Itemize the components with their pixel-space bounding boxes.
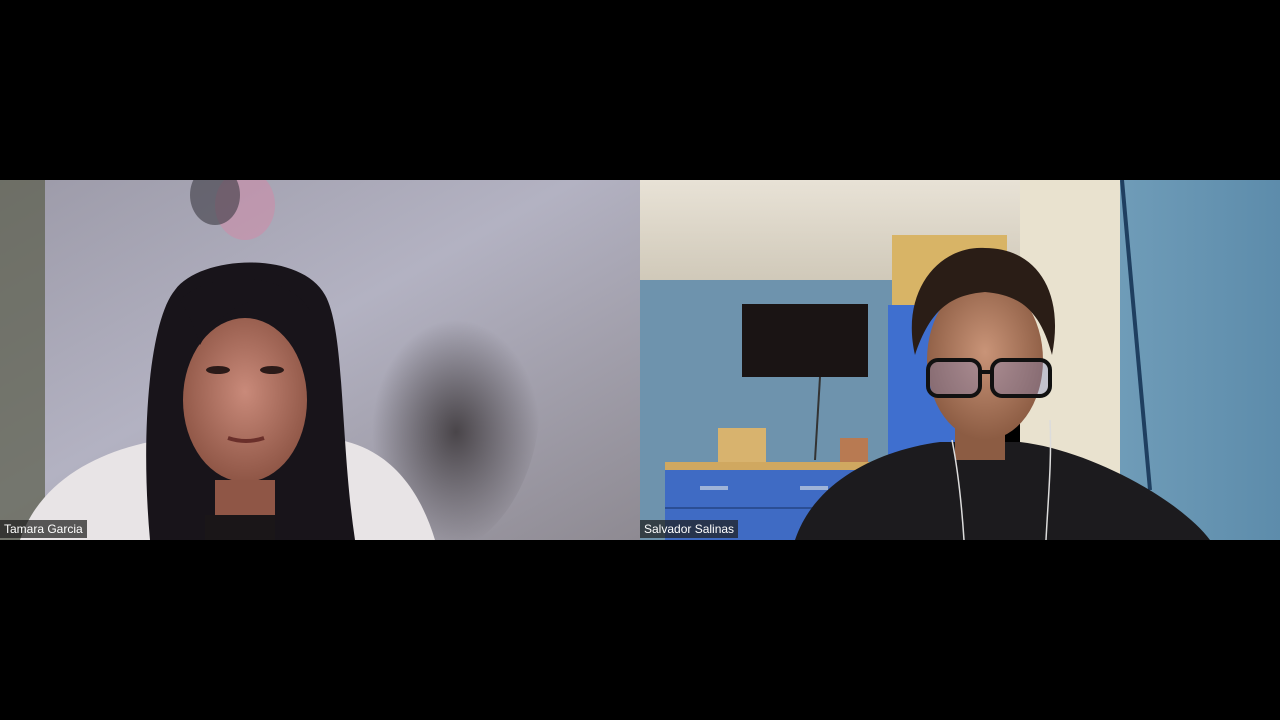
video-tile-salvador-salinas[interactable]: Salvador Salinas [640,180,1280,540]
participant-video [640,180,1280,540]
video-grid: Tamara Garcia Salvador Salinas [0,180,1280,540]
participant-video [0,180,640,540]
video-tile-tamara-garcia[interactable]: Tamara Garcia [0,180,640,540]
participant-name-label: Tamara Garcia [0,520,87,538]
participant-name-label: Salvador Salinas [640,520,739,538]
meeting-stage: Tamara Garcia Salvador Salinas [0,0,1280,720]
